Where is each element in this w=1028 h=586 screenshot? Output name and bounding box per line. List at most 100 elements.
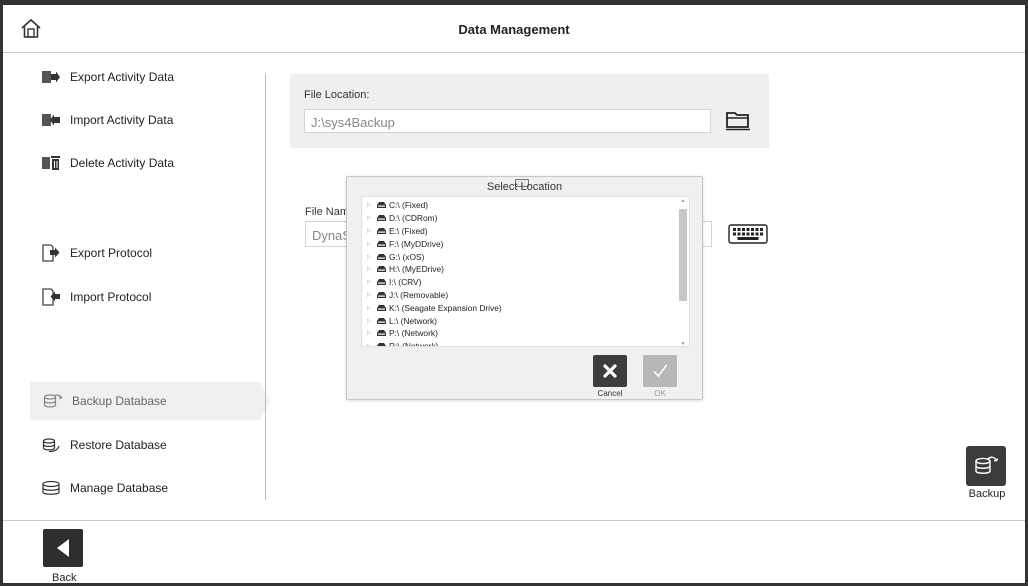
drive-icon (376, 227, 387, 235)
trash-icon (40, 154, 62, 172)
drive-icon (376, 240, 387, 248)
file-name-label: File Nam (305, 206, 350, 218)
sidebar-item-label: Manage Database (70, 481, 169, 495)
drive-label: P:\ (Network) (389, 328, 438, 339)
drive-item[interactable]: ▷ K:\ (Seagate Expansion Drive) (366, 301, 502, 314)
export-icon (40, 68, 62, 86)
backup-button-label: Backup (968, 488, 1006, 500)
drive-icon (376, 253, 387, 261)
drive-label: L:\ (Network) (389, 315, 437, 326)
drive-item[interactable]: ▷ R:\ (Network) (366, 340, 502, 347)
drive-label: G:\ (xOS) (389, 251, 425, 262)
drive-item[interactable]: ▷ L:\ (Network) (366, 314, 502, 327)
close-icon (603, 364, 617, 378)
cancel-button-label: Cancel (597, 389, 623, 398)
drive-icon (376, 265, 387, 273)
sidebar-item-import-protocol[interactable]: Import Protocol (28, 278, 258, 316)
drive-label: F:\ (MyDDrive) (389, 238, 444, 249)
sidebar-item-label: Export Activity Data (70, 70, 175, 84)
drive-label: R:\ (Network) (389, 341, 439, 347)
sidebar-item-export-activity-data[interactable]: Export Activity Data (28, 58, 258, 96)
drive-item[interactable]: ▷ F:\ (MyDDrive) (366, 237, 502, 250)
drive-item[interactable]: ▷ C:\ (Fixed) (366, 199, 502, 212)
sidebar-item-export-protocol[interactable]: Export Protocol (28, 234, 258, 272)
file-location-panel: File Location: J:\sys4Backup (290, 74, 769, 148)
drive-item[interactable]: ▷ P:\ (Network) (366, 327, 502, 340)
drive-icon (376, 317, 387, 325)
file-location-label: File Location: (304, 89, 370, 101)
folder-open-icon[interactable] (724, 108, 752, 132)
expand-icon[interactable]: ▷ (367, 318, 373, 324)
import-icon (40, 111, 62, 129)
back-button[interactable] (43, 529, 83, 567)
drive-label: I:\ (CRV) (389, 277, 422, 288)
database-manage-icon (40, 479, 62, 497)
drive-item[interactable]: ▷ J:\ (Removable) (366, 289, 502, 302)
sidebar-divider (265, 74, 266, 500)
sidebar-item-restore-database[interactable]: Restore Database (28, 426, 258, 464)
expand-icon[interactable]: ▷ (367, 292, 373, 298)
back-button-label: Back (52, 572, 77, 584)
expand-icon[interactable]: ▷ (367, 202, 373, 208)
database-restore-icon (40, 436, 62, 454)
expand-icon[interactable]: ▷ (367, 241, 373, 247)
keyboard-icon[interactable] (728, 223, 768, 245)
footer: Back (3, 520, 1025, 584)
page-title: Data Management (458, 22, 570, 37)
import-doc-icon (40, 288, 62, 306)
drive-icon (376, 214, 387, 222)
sidebar-item-label: Import Protocol (70, 290, 152, 304)
drive-label: K:\ (Seagate Expansion Drive) (389, 302, 502, 313)
drive-tree[interactable]: ▷ C:\ (Fixed) ▷ D:\ (CDRom) ▷ E:\ (Fixed) ▷ F:\… (361, 196, 690, 347)
sidebar-item-label: Export Protocol (70, 246, 153, 260)
backup-button[interactable] (966, 446, 1006, 486)
drive-item[interactable]: ▷ E:\ (Fixed) (366, 225, 502, 238)
cancel-button[interactable] (593, 355, 627, 387)
export-doc-icon (40, 244, 62, 262)
expand-icon[interactable]: ▷ (367, 228, 373, 234)
sidebar-item-label: Backup Database (72, 394, 167, 408)
drive-label: J:\ (Removable) (389, 289, 449, 300)
tree-scrollbar[interactable]: ▲ ▼ (679, 198, 687, 346)
drive-label: H:\ (MyEDrive) (389, 264, 444, 275)
expand-icon[interactable]: ▷ (367, 266, 373, 272)
expand-icon[interactable]: ▷ (367, 330, 373, 336)
scroll-down-icon[interactable]: ▼ (679, 341, 687, 346)
sidebar-item-import-activity-data[interactable]: Import Activity Data (28, 101, 258, 139)
drive-item[interactable]: ▷ G:\ (xOS) (366, 250, 502, 263)
sidebar-item-label: Import Activity Data (70, 113, 174, 127)
ok-button-label: OK (654, 389, 666, 398)
sidebar-item-backup-database[interactable]: Backup Database (30, 382, 270, 420)
database-backup-icon (42, 392, 64, 410)
drive-icon (376, 291, 387, 299)
expand-icon[interactable]: ▷ (367, 279, 373, 285)
drive-label: D:\ (CDRom) (389, 213, 438, 224)
drive-icon (376, 304, 387, 312)
back-arrow-icon (57, 539, 69, 557)
ok-button[interactable] (643, 355, 677, 387)
expand-icon[interactable]: ▷ (367, 305, 373, 311)
drive-icon (376, 278, 387, 286)
expand-icon[interactable]: ▷ (367, 343, 373, 346)
drive-label: E:\ (Fixed) (389, 225, 428, 236)
drive-icon (376, 201, 387, 209)
sidebar-item-label: Delete Activity Data (70, 156, 175, 170)
scrollbar-thumb[interactable] (679, 209, 687, 301)
select-location-dialog: Select Location ▷ C:\ (Fixed) ▷ D:\ (CDRom)… (346, 176, 703, 400)
file-location-field[interactable]: J:\sys4Backup (304, 109, 711, 133)
sidebar-item-delete-activity-data[interactable]: Delete Activity Data (28, 144, 258, 182)
expand-icon[interactable]: ▷ (367, 254, 373, 260)
drive-icon (376, 342, 387, 346)
dialog-title: Select Location (486, 181, 563, 193)
scroll-up-icon[interactable]: ▲ (679, 198, 687, 204)
sidebar-item-label: Restore Database (70, 438, 167, 452)
header: Data Management (3, 5, 1025, 53)
drive-item[interactable]: ▷ I:\ (CRV) (366, 276, 502, 289)
drive-item[interactable]: ▷ H:\ (MyEDrive) (366, 263, 502, 276)
drive-label: C:\ (Fixed) (389, 200, 429, 211)
drive-icon (376, 329, 387, 337)
expand-icon[interactable]: ▷ (367, 215, 373, 221)
sidebar-item-manage-database[interactable]: Manage Database (28, 469, 258, 507)
drive-item[interactable]: ▷ D:\ (CDRom) (366, 212, 502, 225)
database-backup-icon (975, 456, 999, 474)
